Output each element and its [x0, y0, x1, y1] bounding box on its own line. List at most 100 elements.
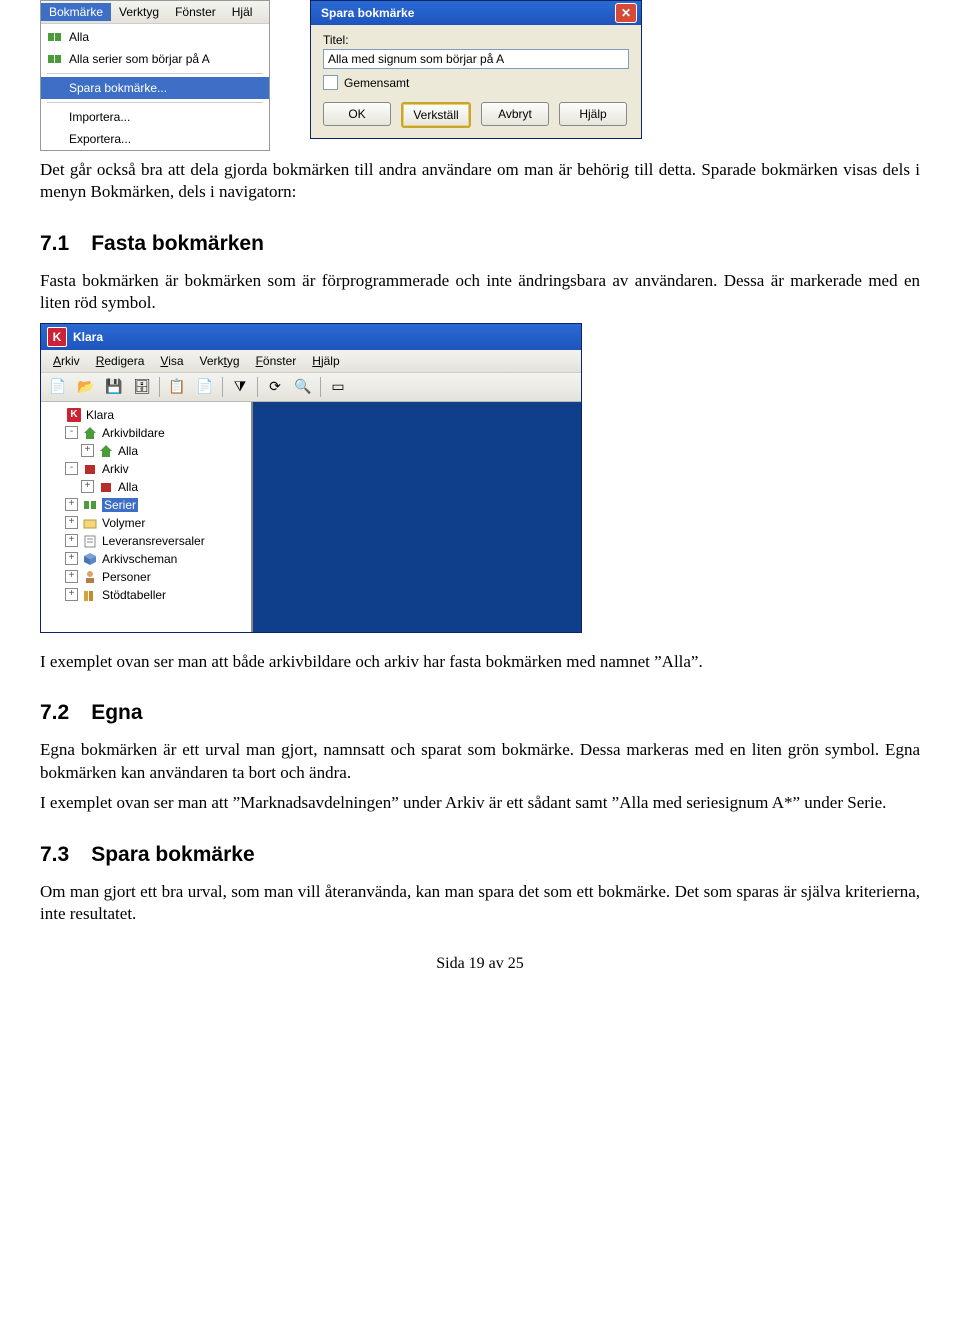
tree-label: Stödtabeller	[102, 588, 166, 602]
dropdown-label: Importera...	[69, 110, 130, 124]
dropdown-label: Spara bokmärke...	[69, 81, 167, 95]
tree-item[interactable]: K Klara	[41, 406, 251, 424]
open-icon[interactable]: 📂	[75, 376, 97, 398]
tree-label: Leveransreversaler	[102, 534, 205, 548]
klara-menu-redigera[interactable]: Redigera	[88, 354, 153, 368]
klara-menu-fonster[interactable]: Fönster	[248, 354, 305, 368]
tree-label: Arkiv	[102, 462, 129, 476]
refresh-icon[interactable]: ⟳	[264, 376, 286, 398]
expander-icon[interactable]: +	[65, 516, 78, 529]
tree-item[interactable]: -Arkivbildare	[41, 424, 251, 442]
menubar-tools[interactable]: Verktyg	[111, 3, 167, 21]
tree-label: Serier	[102, 498, 138, 512]
expander-icon[interactable]: -	[65, 426, 78, 439]
tree-item[interactable]: - Arkiv	[41, 460, 251, 478]
page-footer: Sida 19 av 25	[40, 955, 920, 973]
save-icon[interactable]: 💾	[103, 376, 125, 398]
dropdown-item-import[interactable]: Importera...	[41, 106, 269, 128]
expander-icon[interactable]: +	[65, 498, 78, 511]
section-number: 7.3	[40, 843, 69, 866]
expander-icon[interactable]: +	[65, 534, 78, 547]
menubar-window[interactable]: Fönster	[167, 3, 224, 21]
menubar: Bokmärke Verktyg Fönster Hjäl	[41, 1, 269, 24]
paragraph: Det går också bra att dela gjorda bokmär…	[40, 159, 920, 204]
dropdown-item-export[interactable]: Exportera...	[41, 128, 269, 150]
bm-green-icon	[82, 498, 98, 512]
tree-item[interactable]: +Volymer	[41, 514, 251, 532]
paragraph: I exemplet ovan ser man att ”Marknadsavd…	[40, 792, 920, 814]
navigator-tree[interactable]: K Klara -Arkivbildare + Alla - Arkiv + Alla + Seri…	[41, 402, 253, 632]
K-icon: K	[66, 407, 82, 423]
paragraph: Egna bokmärken är ett urval man gjort, n…	[40, 739, 920, 784]
window-icon[interactable]: ▭	[327, 376, 349, 398]
tree-item[interactable]: + Personer	[41, 568, 251, 586]
expander-icon[interactable]: -	[65, 462, 78, 475]
klara-toolbar: 📄 📂 💾 🗄 📋 📄 ⧩ ⟳ 🔍 ▭	[41, 373, 581, 402]
section-title: Egna	[91, 701, 142, 724]
tree-item[interactable]: + Alla	[41, 442, 251, 460]
dropdown-label: Exportera...	[69, 132, 131, 146]
dropdown-item-alla[interactable]: Alla	[41, 26, 269, 48]
klara-app-screenshot: K Klara Arkiv Redigera Visa Verktyg Föns…	[40, 323, 582, 633]
section-7-1-heading: 7.1 Fasta bokmärken	[40, 232, 920, 256]
bookmark-menu-screenshot: Bokmärke Verktyg Fönster Hjäl Alla Alla …	[40, 0, 270, 151]
section-number: 7.2	[40, 701, 69, 724]
dropdown-label: Alla serier som börjar på A	[69, 52, 210, 66]
cube-blue-icon	[82, 552, 98, 566]
dropdown-item-save-bookmark[interactable]: Spara bokmärke...	[41, 77, 269, 99]
home-green-icon	[98, 444, 114, 458]
save-bookmark-dialog: Spara bokmärke ✕ Titel: Gemensamt OK Ver…	[310, 0, 642, 139]
folder-icon	[82, 516, 98, 530]
paragraph: Fasta bokmärken är bokmärken som är förp…	[40, 270, 920, 315]
section-7-2-heading: 7.2 Egna	[40, 701, 920, 725]
filter-icon[interactable]: ⧩	[229, 376, 251, 398]
expander-icon[interactable]: +	[65, 588, 78, 601]
section-number: 7.1	[40, 232, 69, 255]
expander-icon[interactable]: +	[65, 570, 78, 583]
menubar-help[interactable]: Hjäl	[224, 3, 261, 21]
section-title: Spara bokmärke	[91, 843, 254, 866]
paste-icon[interactable]: 📄	[194, 376, 216, 398]
bookmark-dropdown: Alla Alla serier som börjar på A Spara b…	[41, 24, 269, 150]
dropdown-item-alla-serier[interactable]: Alla serier som börjar på A	[41, 48, 269, 70]
expander-icon[interactable]: +	[81, 480, 94, 493]
title-input[interactable]	[323, 49, 629, 69]
tree-label: Alla	[118, 480, 138, 494]
bookmark-green-icon	[47, 52, 63, 66]
title-label: Titel:	[323, 33, 629, 47]
menubar-bookmark[interactable]: Bokmärke	[41, 3, 111, 21]
klara-menubar: Arkiv Redigera Visa Verktyg Fönster Hjäl…	[41, 350, 581, 373]
expander-icon[interactable]: +	[81, 444, 94, 457]
apply-button[interactable]: Verkställ	[401, 102, 471, 128]
new-icon[interactable]: 📄	[47, 376, 69, 398]
tree-label: Personer	[102, 570, 151, 584]
tree-item[interactable]: + Stödtabeller	[41, 586, 251, 604]
copy-icon[interactable]: 📋	[166, 376, 188, 398]
section-title: Fasta bokmärken	[91, 232, 264, 255]
ok-button[interactable]: OK	[323, 102, 391, 126]
klara-titlebar: K Klara	[41, 324, 581, 350]
dialog-titlebar: Spara bokmärke ✕	[311, 1, 641, 25]
klara-title: Klara	[73, 330, 103, 344]
search-icon[interactable]: 🔍	[292, 376, 314, 398]
tree-label: Alla	[118, 444, 138, 458]
klara-menu-verktyg[interactable]: Verktyg	[192, 354, 248, 368]
red-box-icon	[98, 480, 114, 494]
tree-label: Klara	[86, 408, 114, 422]
tree-label: Arkivscheman	[102, 552, 177, 566]
shared-label: Gemensamt	[344, 76, 409, 90]
cancel-button[interactable]: Avbryt	[481, 102, 549, 126]
help-button[interactable]: Hjälp	[559, 102, 627, 126]
shared-checkbox[interactable]	[323, 75, 338, 90]
tree-item[interactable]: + Alla	[41, 478, 251, 496]
save-all-icon[interactable]: 🗄	[131, 376, 153, 398]
klara-menu-arkiv[interactable]: Arkiv	[45, 354, 88, 368]
tree-item[interactable]: + Arkivscheman	[41, 550, 251, 568]
close-button[interactable]: ✕	[615, 3, 637, 23]
person-icon	[82, 570, 98, 584]
klara-menu-hjalp[interactable]: Hjälp	[304, 354, 347, 368]
expander-icon[interactable]: +	[65, 552, 78, 565]
klara-menu-visa[interactable]: Visa	[152, 354, 191, 368]
tree-item[interactable]: + Serier	[41, 496, 251, 514]
tree-item[interactable]: + Leveransreversaler	[41, 532, 251, 550]
